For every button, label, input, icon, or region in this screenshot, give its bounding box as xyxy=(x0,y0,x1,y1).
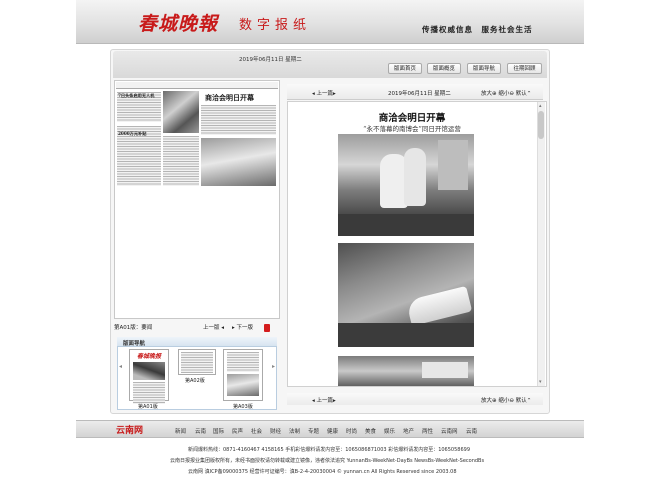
page-nav-title: 版面导航 xyxy=(123,341,146,347)
thumb-masthead: 春城晚报 xyxy=(136,353,161,360)
footer-link[interactable]: 娱乐 xyxy=(384,427,395,435)
prev-page-button[interactable]: 上一版 ◂ xyxy=(203,323,224,331)
scroll-up-icon[interactable]: ▴ xyxy=(539,103,542,109)
prev-article-button[interactable]: ◂ 上一篇▸ xyxy=(312,89,336,97)
page-small-headline: 2000万元补贴 xyxy=(118,131,147,136)
scroll-thumb[interactable] xyxy=(538,111,544,139)
footer-hotline: 新闻爆料热线：0871-4160467 4158165 手机彩信爆料请发内容至：… xyxy=(188,447,471,453)
page-photo[interactable] xyxy=(201,138,276,186)
footer-copyright: 云南日报报业集团版权所有，未经书面授权请勿转载或建立镜像，违者依法追究 Yunn… xyxy=(170,458,485,464)
page-thumbnail-label[interactable]: 第A02版 xyxy=(185,377,205,384)
footer-link[interactable]: 财经 xyxy=(270,427,281,435)
zoom-controls-bottom: 放大⊕ 缩小⊖ 默认⌃ xyxy=(481,396,531,404)
arrow-left-icon: ◂ xyxy=(219,325,225,331)
footer-link[interactable]: 云南 xyxy=(195,427,206,435)
article-photo-sculpture[interactable] xyxy=(338,134,474,236)
page-nav-button[interactable]: 版面导航 xyxy=(467,63,501,74)
page-thumbnail-a02[interactable] xyxy=(178,349,216,375)
footer-link[interactable]: 法制 xyxy=(289,427,300,435)
header-slogan: 传播权威信息 服务社会生活 xyxy=(422,25,533,34)
footer-link[interactable]: 专题 xyxy=(308,427,319,435)
prev-article-label: 上一篇 xyxy=(316,91,334,97)
current-page-label: 第A01版：要闻 xyxy=(114,325,153,331)
footer-license: 云南网 滇ICP备09000375 经营许可证编号：滇B-2-4-2003000… xyxy=(188,469,457,475)
zoom-out-button[interactable]: 缩小 xyxy=(498,91,509,97)
archive-button[interactable]: 往期回顾 xyxy=(507,63,542,74)
pdf-icon[interactable] xyxy=(264,324,270,332)
chevron-up-icon: ⌃ xyxy=(526,398,532,404)
newspaper-logo[interactable]: 春城晚報 xyxy=(138,9,218,36)
next-page-label: 下一版 xyxy=(236,325,254,331)
article-title: 商洽会明日开幕 xyxy=(378,113,446,124)
footer-link[interactable]: 民声 xyxy=(232,427,243,435)
zoom-controls: 放大⊕ 缩小⊖ 默认⌃ xyxy=(481,89,531,97)
next-page-button[interactable]: ▸ 下一版 xyxy=(232,323,253,331)
prev-article-label: 上一篇 xyxy=(316,398,334,404)
zoom-out-button[interactable]: 缩小 xyxy=(498,398,509,404)
page-text-block[interactable] xyxy=(163,136,199,186)
toolbar-date: 2019年06月11日 星期二 xyxy=(239,57,302,63)
article-date: 2019年06月11日 星期二 xyxy=(388,91,451,97)
nav-right-arrow-icon[interactable]: ▸ xyxy=(272,363,275,370)
footer-link[interactable]: 国际 xyxy=(213,427,224,435)
home-page-button[interactable]: 版面首页 xyxy=(388,63,422,74)
zoom-default-button[interactable]: 默认 xyxy=(516,91,527,97)
article-subtitle: “永不落幕的南博会”同日开馆运营 xyxy=(363,125,461,133)
arrow-right-icon: ▸ xyxy=(333,398,336,404)
chevron-up-icon: ⌃ xyxy=(526,91,532,97)
header-subtitle: 数字报纸 xyxy=(239,18,312,33)
zoom-in-button[interactable]: 放大 xyxy=(481,398,492,404)
page-thumbnail-label[interactable]: 第A01版 xyxy=(138,403,158,410)
footer-link[interactable]: 时尚 xyxy=(346,427,357,435)
page-small-headline: 7日头条启用无人机 xyxy=(118,93,155,98)
footer-link[interactable]: 新闻 xyxy=(175,427,186,435)
footer-logo[interactable]: 云南网 xyxy=(116,423,143,436)
zoom-in-button[interactable]: 放大 xyxy=(481,91,492,97)
footer-link[interactable]: 美食 xyxy=(365,427,376,435)
nav-left-arrow-icon[interactable]: ◂ xyxy=(119,363,122,370)
prev-article-button-bottom[interactable]: ◂ 上一篇▸ xyxy=(312,396,336,404)
page-thumbnail-a03[interactable] xyxy=(223,349,263,401)
footer-link[interactable]: 云南 xyxy=(466,427,477,435)
page-text-block[interactable] xyxy=(201,105,276,135)
footer-link[interactable]: 社会 xyxy=(251,427,262,435)
page-photo[interactable] xyxy=(163,91,199,133)
article-photo-train[interactable] xyxy=(338,243,474,347)
footer-link[interactable]: 地产 xyxy=(403,427,414,435)
arrow-right-icon: ▸ xyxy=(333,91,336,97)
prev-page-label: 上一版 xyxy=(203,325,220,331)
page-main-headline: 商洽会明日开幕 xyxy=(205,93,254,102)
page-thumbnail-label[interactable]: 第A03版 xyxy=(233,403,253,410)
page-masthead xyxy=(116,82,278,89)
scroll-down-icon[interactable]: ▾ xyxy=(539,379,542,385)
zoom-default-button[interactable]: 默认 xyxy=(516,398,527,404)
overview-button[interactable]: 版面概览 xyxy=(427,63,461,74)
footer-link[interactable]: 健康 xyxy=(327,427,338,435)
page-thumbnail-a01[interactable]: 春城晚报 xyxy=(129,349,169,404)
footer-link[interactable]: 云南网 xyxy=(441,427,458,435)
article-photo-exhibition[interactable] xyxy=(338,356,474,386)
article-scrollbar[interactable] xyxy=(537,102,545,386)
footer-link[interactable]: 两性 xyxy=(422,427,433,435)
